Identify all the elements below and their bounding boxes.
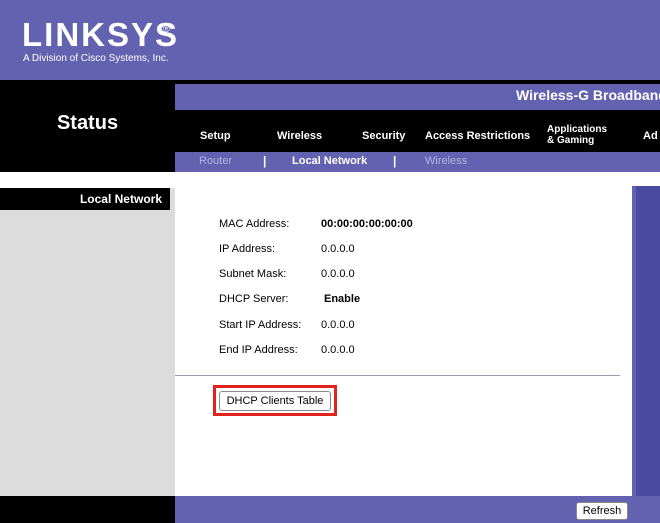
ip-address-label: IP Address: <box>219 243 276 255</box>
dhcp-clients-table-button[interactable]: DHCP Clients Table <box>219 391 331 411</box>
end-ip-address-value: 0.0.0.0 <box>321 344 355 356</box>
tab-administration[interactable]: Ad <box>643 130 658 142</box>
subnet-mask-label: Subnet Mask: <box>219 268 287 280</box>
mac-address-value: 00:00:00:00:00:00 <box>321 218 413 230</box>
start-ip-address-label: Start IP Address: <box>219 319 302 331</box>
page-title: Status <box>56 112 119 134</box>
dhcp-server-label: DHCP Server: <box>219 293 289 305</box>
subnav-separator: | <box>393 154 397 168</box>
logo-subtitle: A Division of Cisco Systems, Inc. <box>23 53 169 64</box>
tab-security[interactable]: Security <box>362 130 405 142</box>
tab-access-restrictions[interactable]: Access Restrictions <box>425 130 530 142</box>
tab-applications-gaming-line1: Applications <box>547 124 608 135</box>
registered-mark: ® <box>163 24 170 34</box>
section-label: Local Network <box>79 192 162 206</box>
router-status-page: LINKSYS ® A Division of Cisco Systems, I… <box>0 0 660 523</box>
end-ip-address-label: End IP Address: <box>219 344 298 356</box>
section-divider <box>175 375 620 376</box>
subnav-wireless[interactable]: Wireless <box>425 155 467 167</box>
dhcp-server-value: Enable <box>324 293 361 305</box>
tab-wireless[interactable]: Wireless <box>277 130 322 142</box>
subnav-bar <box>175 152 660 172</box>
ip-address-value: 0.0.0.0 <box>321 243 355 255</box>
start-ip-address-value: 0.0.0.0 <box>321 319 355 331</box>
subnet-mask-value: 0.0.0.0 <box>321 268 355 280</box>
mac-address-label: MAC Address: <box>219 218 290 230</box>
left-sidebar-gap <box>0 172 175 188</box>
tab-applications-gaming-line2: & Gaming <box>547 135 595 146</box>
subnav-local-network[interactable]: Local Network <box>292 155 367 167</box>
footer-left-band <box>0 496 175 523</box>
subnav-separator: | <box>263 154 267 168</box>
section-label-bar: Local Network <box>0 188 170 210</box>
left-sidebar <box>0 172 175 496</box>
product-name: Wireless-G Broadband <box>516 87 660 103</box>
subnav-router[interactable]: Router <box>199 155 232 167</box>
linksys-logo: LINKSYS <box>22 16 180 53</box>
tab-setup[interactable]: Setup <box>200 130 231 142</box>
refresh-button[interactable]: Refresh <box>576 502 628 520</box>
tab-applications-gaming[interactable]: Applications & Gaming <box>547 124 607 146</box>
right-sidebar-inner <box>636 186 660 496</box>
right-sidebar-gap <box>632 172 660 186</box>
